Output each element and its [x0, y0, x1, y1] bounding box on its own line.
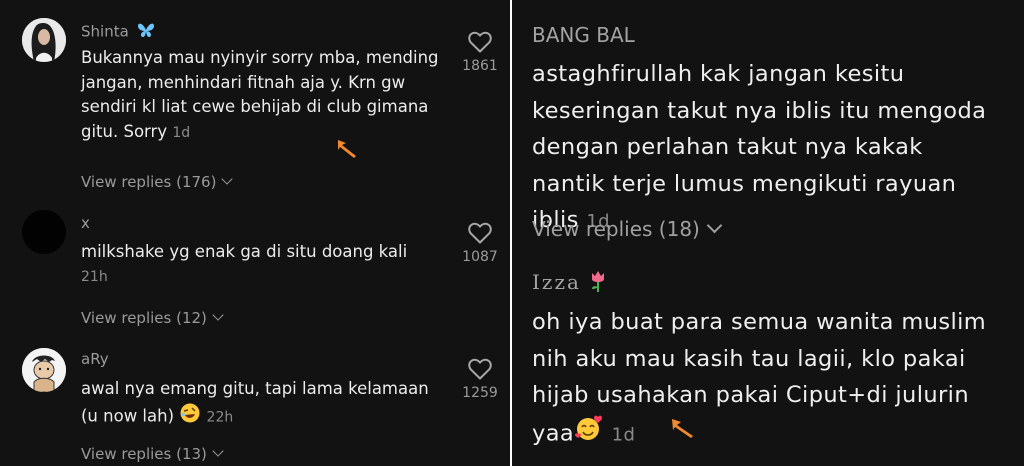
comment-username[interactable]: Izza	[532, 269, 609, 298]
avatar[interactable]	[22, 210, 66, 254]
heart-icon	[468, 358, 492, 380]
comment-text: milkshake yg enak ga di situ doang kali …	[81, 240, 441, 289]
avatar-photo-icon	[22, 18, 66, 62]
comment-ary: aRy awal nya emang gitu, tapi lama kelam…	[0, 340, 510, 466]
view-replies-button[interactable]: View replies (18)	[532, 217, 723, 241]
annotation-arrow-icon	[338, 140, 356, 158]
rofl-emoji-icon	[179, 402, 201, 432]
avatar[interactable]	[22, 18, 66, 62]
comment-text: astaghfirullah kak jangan kesitu keserin…	[532, 61, 987, 233]
comment-bang-bal: BANG BAL astaghfirullah kak jangan kesit…	[512, 0, 1024, 255]
like-button[interactable]: 1087	[450, 221, 510, 265]
comment-username[interactable]: x	[81, 214, 90, 232]
like-count: 1087	[462, 249, 498, 265]
comment-username[interactable]: BANG BAL	[532, 23, 635, 47]
avatar[interactable]	[22, 348, 66, 392]
left-comments-panel: Shinta Bukannya mau nyinyir sorry mba, m…	[0, 0, 510, 466]
comment-shinta: Shinta Bukannya mau nyinyir sorry mba, m…	[0, 0, 510, 200]
chevron-down-icon	[221, 173, 234, 185]
comment-text: Bukannya mau nyinyir sorry mba, mending …	[81, 48, 439, 141]
tulip-icon	[587, 269, 609, 298]
view-replies-button[interactable]: View replies (13)	[81, 445, 224, 463]
comment-text: oh iya buat para semua wanita muslim nih…	[532, 304, 1002, 453]
comment-date: 22h	[206, 408, 234, 425]
comment-username[interactable]: aRy	[81, 350, 109, 368]
comment-izza: Izza oh iya buat para semua wanita musli…	[512, 255, 1024, 466]
comment-x: x milkshake yg enak ga di situ doang kal…	[0, 200, 510, 340]
comment-username[interactable]: Shinta	[81, 22, 155, 42]
chevron-down-icon	[212, 309, 224, 321]
view-replies-button[interactable]: View replies (12)	[81, 309, 224, 327]
chevron-down-icon	[212, 445, 224, 457]
comment-date: 21h	[81, 268, 108, 285]
butterfly-icon	[137, 22, 155, 42]
heart-icon	[468, 222, 492, 244]
comment-text: awal nya emang gitu, tapi lama kelamaan …	[81, 377, 441, 431]
right-comments-panel: BANG BAL astaghfirullah kak jangan kesit…	[512, 0, 1024, 466]
avatar-cartoon-icon	[22, 348, 66, 392]
annotation-arrow-icon	[672, 419, 693, 438]
like-button[interactable]: 1861	[450, 30, 510, 74]
chevron-down-icon	[706, 217, 723, 234]
comment-date: 1d	[611, 423, 636, 445]
smiling-face-with-hearts-emoji-icon	[574, 414, 604, 454]
view-replies-button[interactable]: View replies (176)	[81, 173, 234, 191]
like-count: 1861	[462, 58, 498, 74]
comment-date: 1d	[172, 124, 191, 141]
like-button[interactable]: 1259	[450, 357, 510, 401]
heart-icon	[468, 31, 492, 53]
like-count: 1259	[462, 385, 498, 401]
